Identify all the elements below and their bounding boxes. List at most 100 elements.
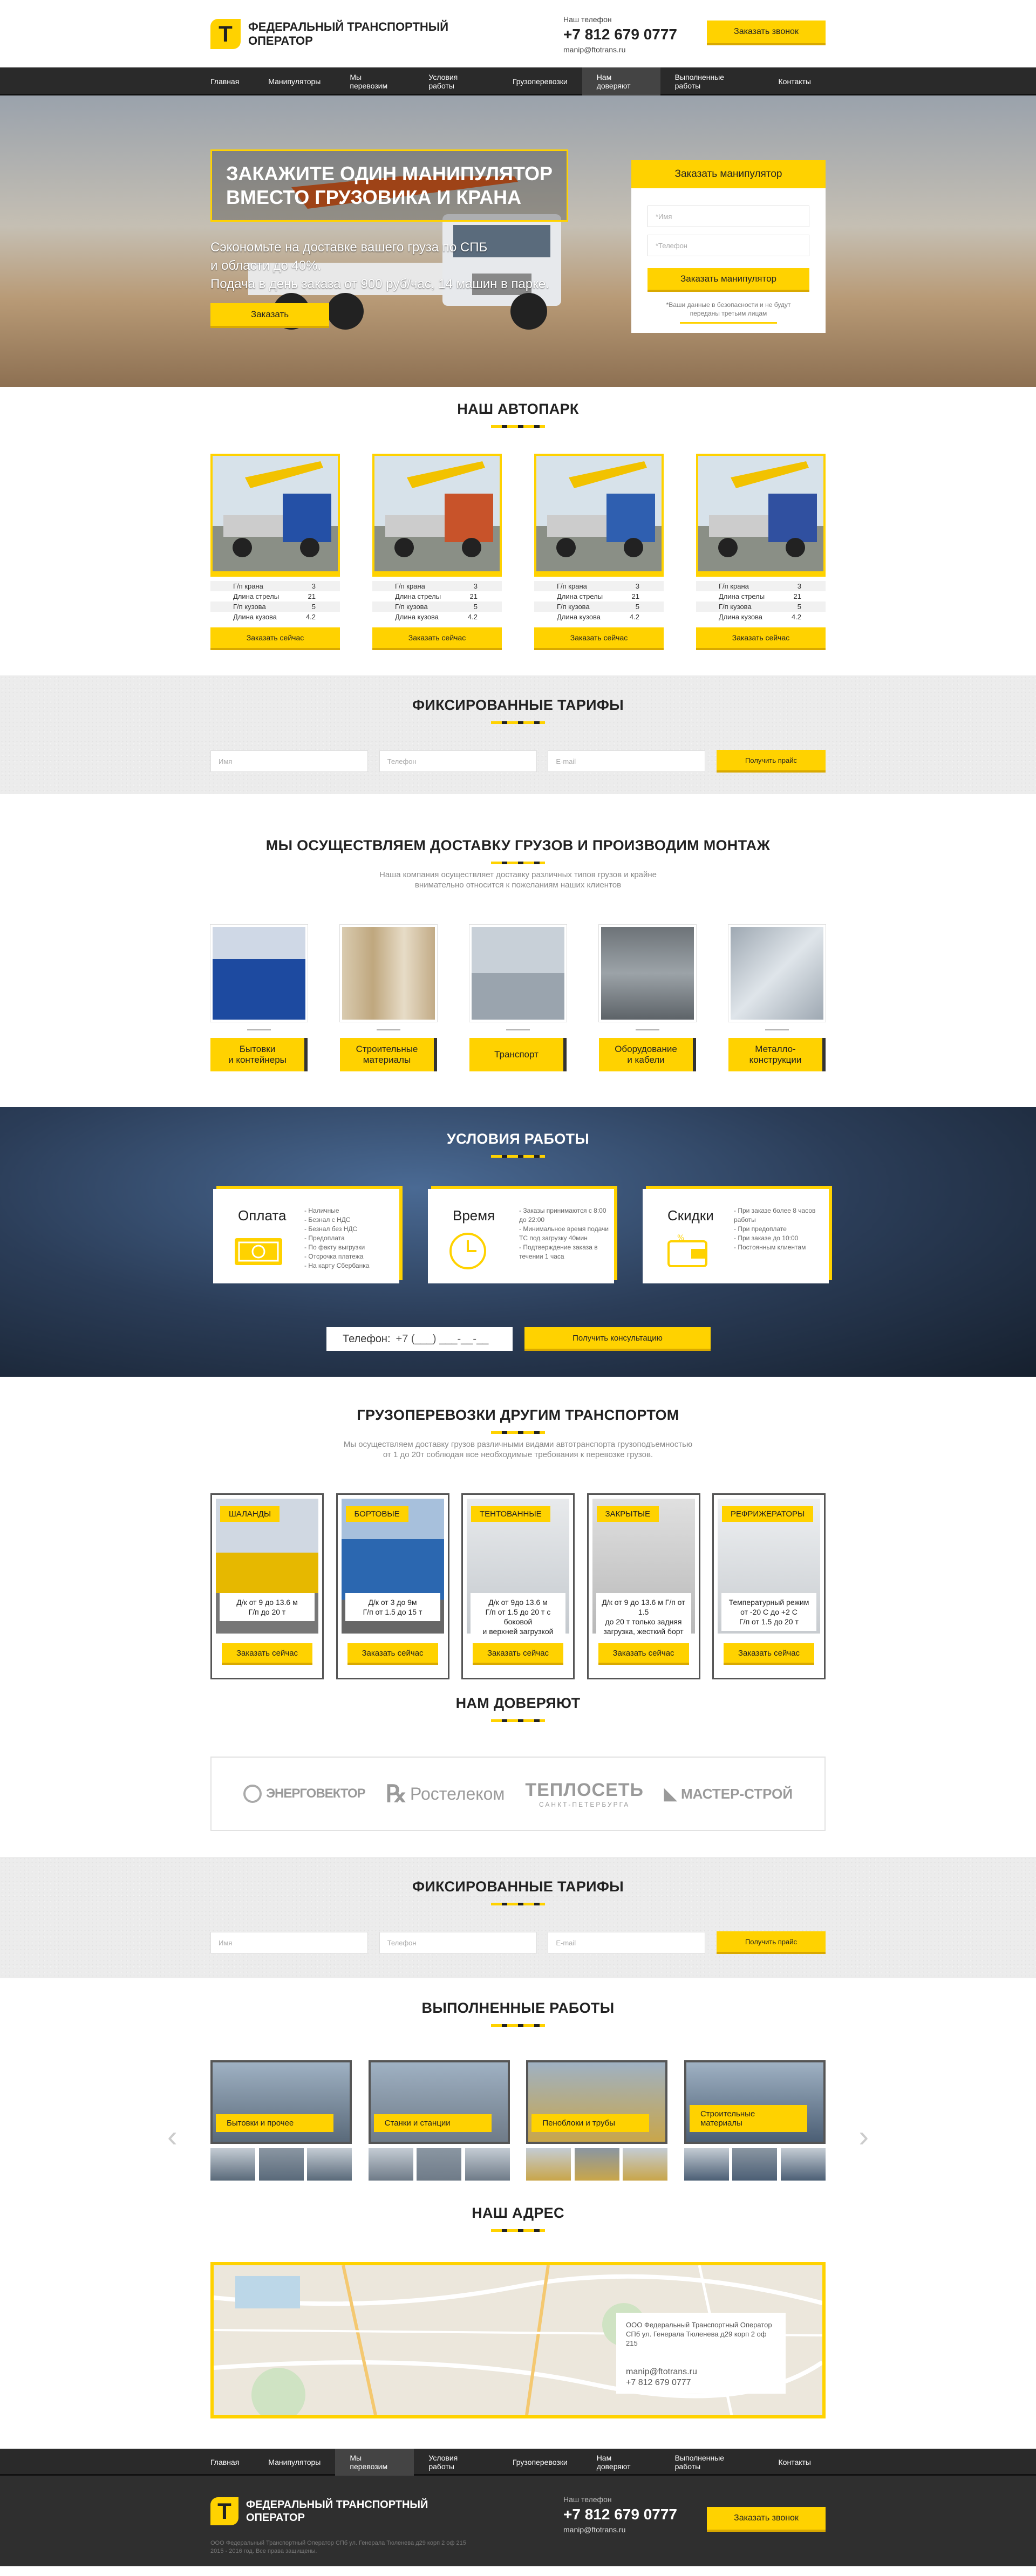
work-thumbnail[interactable] xyxy=(684,2148,729,2181)
fleet-card: Г/п крана 3 Длина стрелы 21 Г/п кузова 5 Длина… xyxy=(372,454,502,650)
logo[interactable]: T Федеральный транспортный оператор xyxy=(210,19,448,49)
tariff-name-input[interactable]: Имя xyxy=(210,750,368,772)
hero-order-button[interactable]: Заказать xyxy=(210,303,329,328)
delivery-category[interactable]: Бытовки и контейнеры xyxy=(210,925,308,1071)
consult-button[interactable]: Получить консультацию xyxy=(524,1327,711,1351)
work-item[interactable]: Станки и станции xyxy=(368,2060,510,2181)
work-thumbnail[interactable] xyxy=(574,2148,619,2181)
work-thumbnail[interactable] xyxy=(258,2148,304,2181)
footer-nav-item[interactable]: Контакты xyxy=(764,2449,826,2476)
next-arrow-icon[interactable]: › xyxy=(858,2119,869,2154)
energovector-icon xyxy=(243,1785,262,1803)
footer-logo[interactable]: T Федеральный транспортный оператор xyxy=(210,2497,428,2525)
footer-nav-item-active[interactable]: Мы перевозим xyxy=(335,2449,414,2476)
nav-item[interactable]: Манипуляторы xyxy=(254,67,335,95)
delivery-category[interactable]: Оборудование и кабели xyxy=(599,925,696,1071)
order-now-button[interactable]: Заказать сейчас xyxy=(696,627,826,650)
footer-nav-item[interactable]: Выполненные работы xyxy=(660,2449,764,2476)
hero-title-box: Закажите один манипулятор вместо грузови… xyxy=(210,149,568,222)
consult-phone-input[interactable]: Телефон: +7 (___) ___-__-__ xyxy=(326,1327,513,1351)
title-bar xyxy=(491,2229,545,2232)
spec-table: Г/п крана 3 Длина стрелы 21 Г/п кузова 5 Длина… xyxy=(696,581,826,622)
transport-info-line: Г/п от 1.5 до 15 т xyxy=(363,1608,422,1616)
delivery-category[interactable]: Транспорт xyxy=(469,925,567,1071)
category-label: Металло-конструкции xyxy=(749,1044,802,1065)
work-thumbnail[interactable] xyxy=(526,2148,571,2181)
order-now-button[interactable]: Заказать сейчас xyxy=(473,1643,563,1665)
phone-number[interactable]: +7 812 679 0777 xyxy=(563,26,677,43)
order-now-button[interactable]: Заказать сейчас xyxy=(534,627,664,650)
email-link[interactable]: manip@ftotrans.ru xyxy=(563,2525,677,2534)
nav-item-active[interactable]: Нам доверяют xyxy=(582,67,660,95)
tariff-phone-input[interactable]: Телефон xyxy=(379,750,537,772)
category-button[interactable]: Металло-конструкции xyxy=(728,1038,826,1071)
category-button[interactable]: Транспорт xyxy=(469,1038,567,1071)
work-thumbnail[interactable] xyxy=(307,2148,352,2181)
tariff-email-input[interactable]: E-mail xyxy=(548,1932,706,1953)
order-now-button[interactable]: Заказать сейчас xyxy=(598,1643,689,1665)
email-link[interactable]: manip@ftotrans.ru xyxy=(563,45,677,54)
work-thumbnail[interactable] xyxy=(732,2148,778,2181)
name-input[interactable]: *Имя xyxy=(648,206,809,227)
nav-item[interactable]: Грузоперевозки xyxy=(498,67,582,95)
order-now-button[interactable]: Заказать сейчас xyxy=(724,1643,814,1665)
delivery-subtitle: Наша компания осуществляет доставку разл… xyxy=(379,870,657,879)
spec-label: Г/п крана xyxy=(557,582,587,590)
logo-icon: T xyxy=(210,19,241,49)
address-phone[interactable]: +7 812 679 0777 xyxy=(626,2378,776,2387)
conditions-title: Условия работы xyxy=(446,1131,590,1147)
footer-call-button[interactable]: Заказать звонок xyxy=(707,2507,826,2532)
tariff-phone-input[interactable]: Телефон xyxy=(379,1932,537,1953)
work-thumbnail[interactable] xyxy=(623,2148,668,2181)
logo-icon: T xyxy=(210,2497,238,2525)
footer-nav-item[interactable]: Нам доверяют xyxy=(582,2449,660,2476)
work-thumbnail[interactable] xyxy=(210,2148,255,2181)
tariff-name-input[interactable]: Имя xyxy=(210,1932,368,1953)
hero-text: Сэкономьте на доставке вашего груза по С… xyxy=(210,238,549,293)
trust-title: Нам доверяют xyxy=(455,1695,581,1711)
spec-row: Длина кузова 4.2 xyxy=(372,612,502,622)
get-price-button[interactable]: Получить прайс xyxy=(716,1931,826,1954)
phone-number[interactable]: +7 812 679 0777 xyxy=(563,2506,677,2523)
header-contacts: Наш телефон +7 812 679 0777 manip@ftotra… xyxy=(563,15,677,54)
delivery-category[interactable]: Строительные материалы xyxy=(340,925,437,1071)
nav-item[interactable]: Условия работы xyxy=(414,67,498,95)
form-submit-button[interactable]: Заказать манипулятор xyxy=(648,268,809,292)
spec-row: Г/п кузова 5 xyxy=(534,602,664,612)
work-thumbnail[interactable] xyxy=(368,2148,413,2181)
work-item[interactable]: Бытовки и прочее xyxy=(210,2060,352,2181)
delivery-category[interactable]: Металло-конструкции xyxy=(728,925,826,1071)
footer-nav-item[interactable]: Главная xyxy=(210,2449,254,2476)
footer-nav-item[interactable]: Манипуляторы xyxy=(254,2449,335,2476)
category-button[interactable]: Бытовки и контейнеры xyxy=(210,1038,308,1071)
nav-item[interactable]: Главная xyxy=(210,67,254,95)
category-button[interactable]: Оборудование и кабели xyxy=(599,1038,696,1071)
nav-item[interactable]: Контакты xyxy=(764,67,826,95)
prev-arrow-icon[interactable]: ‹ xyxy=(167,2119,178,2154)
nav-item[interactable]: Выполненные работы xyxy=(660,67,764,95)
map[interactable]: ООО Федеральный Транспортный Оператор СП… xyxy=(210,2262,826,2418)
work-thumbnail[interactable] xyxy=(465,2148,510,2181)
nav-item[interactable]: Мы перевозим xyxy=(335,67,414,95)
order-now-button[interactable]: Заказать сейчас xyxy=(372,627,502,650)
order-now-button[interactable]: Заказать сейчас xyxy=(210,627,340,650)
phone-input[interactable]: *Телефон xyxy=(648,235,809,256)
spec-row: Г/п кузова 5 xyxy=(372,602,502,612)
category-photo xyxy=(340,925,437,1022)
category-button[interactable]: Строительные материалы xyxy=(340,1038,437,1071)
work-thumbnail[interactable] xyxy=(780,2148,826,2181)
get-price-button[interactable]: Получить прайс xyxy=(716,750,826,773)
condition-list: Заказы принимаются с 8:00 до 22:00Минима… xyxy=(519,1206,612,1261)
tariff-email-input[interactable]: E-mail xyxy=(548,750,706,772)
work-item[interactable]: Строительные материалы xyxy=(684,2060,826,2181)
transport-card: Тентованные Д/к от 9до 13.6 м Г/п от 1.5 д… xyxy=(461,1493,575,1679)
call-button[interactable]: Заказать звонок xyxy=(707,21,826,45)
work-thumbnail[interactable] xyxy=(417,2148,462,2181)
order-now-button[interactable]: Заказать сейчас xyxy=(222,1643,312,1665)
order-now-button[interactable]: Заказать сейчас xyxy=(347,1643,438,1665)
transport-info: Температурный режим от -20 С до +2 С Г/п о… xyxy=(721,1593,816,1631)
footer-nav-item[interactable]: Грузоперевозки xyxy=(498,2449,582,2476)
footer-nav-item[interactable]: Условия работы xyxy=(414,2449,498,2476)
address-email[interactable]: manip@ftotrans.ru xyxy=(626,2366,776,2378)
work-item[interactable]: Пеноблоки и трубы xyxy=(526,2060,668,2181)
